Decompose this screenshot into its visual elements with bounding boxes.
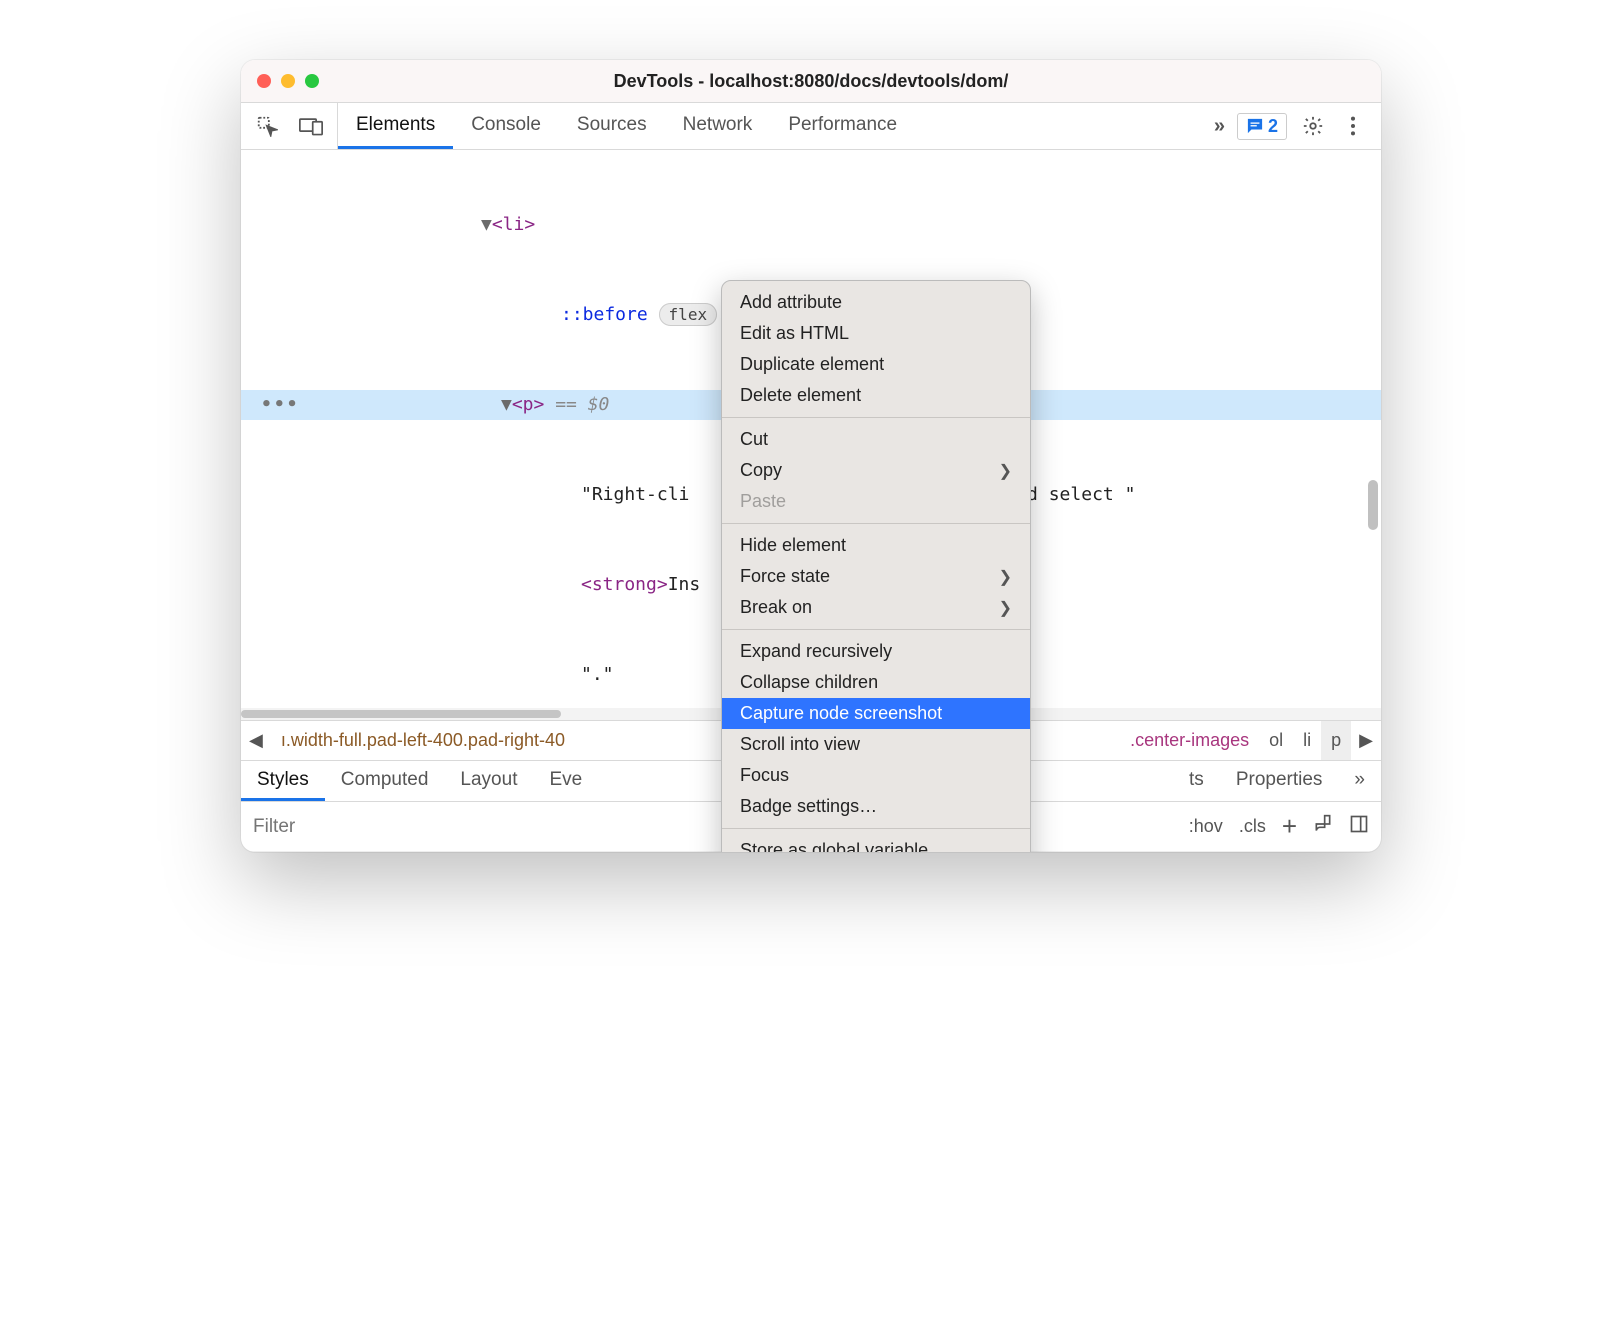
- menu-break-on[interactable]: Break on❯: [722, 592, 1030, 623]
- menu-add-attribute[interactable]: Add attribute: [722, 287, 1030, 318]
- submenu-chevron-icon: ❯: [999, 598, 1012, 618]
- menu-copy[interactable]: Copy❯: [722, 455, 1030, 486]
- menu-separator: [722, 629, 1030, 630]
- vertical-scrollbar[interactable]: [1368, 480, 1378, 530]
- toolbar-left-controls: [241, 103, 338, 149]
- expand-triangle-icon[interactable]: ▼: [481, 214, 492, 235]
- submenu-chevron-icon: ❯: [999, 567, 1012, 587]
- issues-count: 2: [1268, 116, 1278, 137]
- menu-capture-node-screenshot[interactable]: Capture node screenshot: [722, 698, 1030, 729]
- tab-sources[interactable]: Sources: [559, 103, 665, 149]
- zoom-icon[interactable]: [305, 74, 319, 88]
- gutter-dots-icon[interactable]: •••: [261, 390, 300, 420]
- menu-separator: [722, 828, 1030, 829]
- before-pseudo[interactable]: ::before: [561, 304, 648, 325]
- breadcrumb-right-icon[interactable]: ▶: [1351, 730, 1381, 751]
- cls-toggle[interactable]: .cls: [1239, 816, 1266, 837]
- strong-text: Ins: [668, 574, 701, 595]
- menu-collapse-children[interactable]: Collapse children: [722, 667, 1030, 698]
- menu-hide-element[interactable]: Hide element: [722, 530, 1030, 561]
- p-open-tag[interactable]: <p>: [512, 394, 545, 415]
- paintbrush-icon[interactable]: [1313, 814, 1333, 839]
- expand-triangle-icon[interactable]: ▼: [501, 394, 512, 415]
- device-toolbar-icon[interactable]: [297, 112, 325, 140]
- menu-force-state[interactable]: Force state❯: [722, 561, 1030, 592]
- subtab-properties[interactable]: Properties: [1220, 761, 1339, 801]
- menu-store-global[interactable]: Store as global variable: [722, 835, 1030, 852]
- subtab-fragment[interactable]: ts: [1173, 761, 1220, 801]
- menu-expand-recursively[interactable]: Expand recursively: [722, 636, 1030, 667]
- menu-paste: Paste: [722, 486, 1030, 517]
- text-node-left[interactable]: "Right-cli: [581, 484, 689, 505]
- menu-scroll-into-view[interactable]: Scroll into view: [722, 729, 1030, 760]
- submenu-chevron-icon: ❯: [999, 461, 1012, 481]
- issues-icon: [1246, 118, 1264, 134]
- menu-separator: [722, 417, 1030, 418]
- kebab-menu-icon[interactable]: [1339, 112, 1367, 140]
- strong-open-tag[interactable]: <strong>: [581, 574, 668, 595]
- context-menu: Add attribute Edit as HTML Duplicate ele…: [721, 280, 1031, 852]
- inspect-element-icon[interactable]: [253, 112, 281, 140]
- menu-separator: [722, 523, 1030, 524]
- devtools-window: DevTools - localhost:8080/docs/devtools/…: [241, 60, 1381, 852]
- main-toolbar: Elements Console Sources Network Perform…: [241, 102, 1381, 150]
- breadcrumb-left-icon[interactable]: ◀: [241, 730, 271, 751]
- minimize-icon[interactable]: [281, 74, 295, 88]
- menu-cut[interactable]: Cut: [722, 424, 1030, 455]
- window-title: DevTools - localhost:8080/docs/devtools/…: [241, 71, 1381, 92]
- traffic-lights: [257, 74, 319, 88]
- tab-network[interactable]: Network: [665, 103, 771, 149]
- breadcrumb-item[interactable]: .center-images: [1120, 721, 1259, 760]
- panel-tabs: Elements Console Sources Network Perform…: [338, 103, 1200, 149]
- subtab-more-icon[interactable]: »: [1338, 761, 1381, 801]
- settings-icon[interactable]: [1299, 112, 1327, 140]
- toolbar-right-controls: » 2: [1200, 112, 1381, 140]
- menu-duplicate-element[interactable]: Duplicate element: [722, 349, 1030, 380]
- breadcrumb-item-selected[interactable]: p: [1321, 721, 1351, 760]
- subtab-styles[interactable]: Styles: [241, 761, 325, 801]
- menu-delete-element[interactable]: Delete element: [722, 380, 1030, 411]
- subtab-computed[interactable]: Computed: [325, 761, 445, 801]
- issues-badge[interactable]: 2: [1237, 113, 1287, 140]
- tab-performance[interactable]: Performance: [770, 103, 915, 149]
- subtab-event-listeners[interactable]: Eve: [533, 761, 598, 801]
- new-style-rule-icon[interactable]: +: [1282, 811, 1297, 842]
- hov-toggle[interactable]: :hov: [1189, 816, 1223, 837]
- eq-dollar-zero: == $0: [555, 394, 609, 415]
- computed-sidebar-icon[interactable]: [1349, 814, 1369, 839]
- breadcrumb-item[interactable]: ı.width-full.pad-left-400.pad-right-40: [271, 721, 575, 760]
- li-open-tag[interactable]: <li>: [492, 214, 535, 235]
- flex-badge[interactable]: flex: [659, 303, 718, 326]
- close-icon[interactable]: [257, 74, 271, 88]
- subtab-layout[interactable]: Layout: [444, 761, 533, 801]
- breadcrumb-item[interactable]: ol: [1259, 721, 1293, 760]
- menu-edit-as-html[interactable]: Edit as HTML: [722, 318, 1030, 349]
- tab-console[interactable]: Console: [453, 103, 559, 149]
- more-tabs-icon[interactable]: »: [1214, 115, 1225, 138]
- dot-text-node[interactable]: ".": [581, 664, 614, 685]
- tab-elements[interactable]: Elements: [338, 103, 453, 149]
- titlebar: DevTools - localhost:8080/docs/devtools/…: [241, 60, 1381, 102]
- breadcrumb-item[interactable]: li: [1293, 721, 1321, 760]
- menu-focus[interactable]: Focus: [722, 760, 1030, 791]
- menu-badge-settings[interactable]: Badge settings…: [722, 791, 1030, 822]
- styles-filter-input[interactable]: [253, 816, 498, 838]
